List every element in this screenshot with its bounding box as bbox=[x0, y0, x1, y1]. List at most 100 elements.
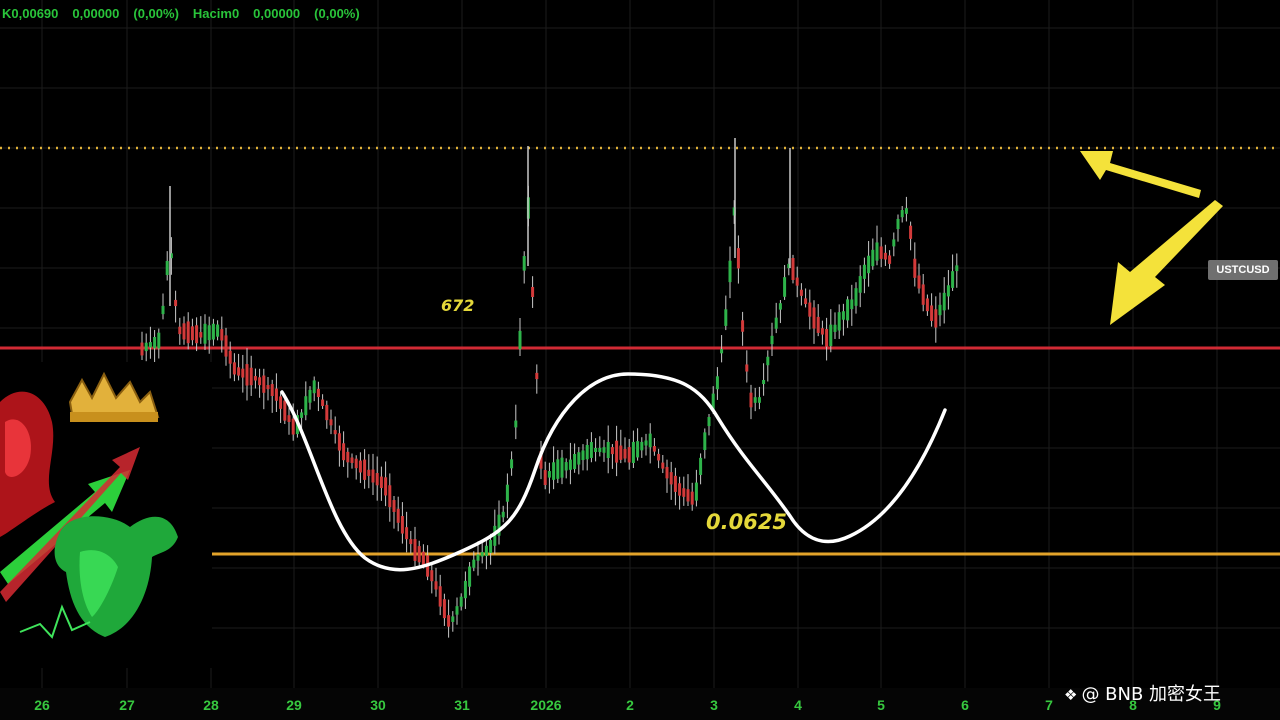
candle-body bbox=[770, 335, 774, 345]
candle-body bbox=[316, 388, 320, 398]
x-tick-label: 30 bbox=[370, 697, 386, 713]
candle-body bbox=[942, 292, 946, 311]
candle-body bbox=[476, 554, 480, 561]
candle-body bbox=[413, 539, 417, 561]
candle-body bbox=[165, 260, 169, 276]
candle-body bbox=[455, 606, 459, 615]
candle-body bbox=[921, 284, 925, 305]
candle-body bbox=[707, 416, 711, 427]
candle-body bbox=[745, 364, 749, 372]
candle-body bbox=[644, 440, 648, 446]
candle-body bbox=[951, 271, 955, 288]
candle-body bbox=[728, 260, 732, 283]
candle-body bbox=[392, 500, 396, 512]
candle-body bbox=[879, 246, 883, 259]
candle-body bbox=[245, 364, 249, 386]
crown-icon bbox=[68, 371, 160, 422]
ohlc-fragment: K0,00690 bbox=[2, 6, 59, 21]
candle-body bbox=[405, 527, 409, 540]
candle-body bbox=[837, 312, 841, 331]
candle-body bbox=[543, 470, 547, 486]
candle-body bbox=[388, 485, 392, 508]
candle-body bbox=[279, 396, 283, 409]
candle-body bbox=[560, 457, 564, 478]
candle-body bbox=[799, 289, 803, 296]
candle-body bbox=[703, 432, 707, 451]
candle-body bbox=[736, 248, 740, 269]
candle-body bbox=[216, 324, 220, 337]
candle-body bbox=[594, 447, 598, 453]
candle-body bbox=[757, 397, 761, 403]
x-tick-label: 6 bbox=[961, 697, 969, 713]
candle-body bbox=[409, 539, 413, 545]
candle-body bbox=[153, 337, 157, 349]
candle-body bbox=[195, 325, 199, 344]
candle-body bbox=[396, 508, 400, 523]
candle-body bbox=[211, 323, 215, 340]
candle-body bbox=[228, 350, 232, 364]
candle-body bbox=[900, 210, 904, 218]
candle-body bbox=[270, 384, 274, 397]
candle-body bbox=[934, 309, 938, 328]
candle-body bbox=[442, 599, 446, 619]
candle-body bbox=[577, 452, 581, 465]
candle-body bbox=[871, 249, 875, 267]
candle-body bbox=[892, 239, 896, 247]
candle-body bbox=[808, 302, 812, 317]
candle-body bbox=[552, 462, 556, 480]
candle-body bbox=[917, 275, 921, 289]
candle-body bbox=[161, 305, 165, 315]
candle-body bbox=[510, 459, 514, 469]
candle-body bbox=[829, 324, 833, 347]
candle-body bbox=[249, 367, 253, 386]
candle-body bbox=[337, 433, 341, 451]
candle-body bbox=[400, 516, 404, 534]
candle-body bbox=[501, 511, 505, 518]
candle-body bbox=[909, 225, 913, 239]
candle-body bbox=[640, 441, 644, 451]
candle-body bbox=[913, 258, 917, 278]
candle-body bbox=[854, 288, 858, 306]
candle-body bbox=[178, 326, 182, 335]
binance-diamond-icon: ❖ bbox=[1064, 686, 1078, 704]
candle-body bbox=[862, 264, 866, 279]
candle-body bbox=[623, 448, 627, 459]
candle-body bbox=[846, 299, 850, 321]
candle-body bbox=[715, 376, 719, 390]
candle-body bbox=[148, 342, 152, 348]
x-tick-label: 4 bbox=[794, 697, 802, 713]
volume-label: Hacim0 bbox=[192, 6, 240, 21]
candle-body bbox=[232, 362, 236, 375]
change-pct: (0,00%) bbox=[133, 6, 179, 21]
candle-body bbox=[459, 596, 463, 607]
candle-body bbox=[631, 441, 635, 463]
candle-body bbox=[421, 551, 425, 566]
candle-body bbox=[694, 482, 698, 501]
x-tick-label: 3 bbox=[710, 697, 718, 713]
candle-body bbox=[699, 457, 703, 475]
candle-body bbox=[766, 356, 770, 366]
candle-body bbox=[825, 329, 829, 347]
candle-body bbox=[904, 208, 908, 214]
candle-body bbox=[333, 430, 337, 435]
candle-body bbox=[795, 277, 799, 286]
x-tick-label: 28 bbox=[203, 697, 219, 713]
candle-body bbox=[354, 458, 358, 469]
candle-body bbox=[241, 368, 245, 378]
candle-body bbox=[547, 471, 551, 478]
candle-body bbox=[930, 305, 934, 321]
candle-body bbox=[207, 325, 211, 341]
candle-body bbox=[678, 483, 682, 496]
candle-body bbox=[778, 303, 782, 310]
annotation-lower: 0.0625 bbox=[706, 510, 788, 534]
candle-body bbox=[430, 570, 434, 582]
candle-body bbox=[925, 298, 929, 312]
candle-body bbox=[350, 457, 354, 463]
candle-body bbox=[598, 447, 602, 453]
candle-body bbox=[627, 447, 631, 463]
candle-body bbox=[174, 299, 178, 307]
candle-body bbox=[144, 342, 148, 352]
candle-body bbox=[690, 491, 694, 505]
arrow-bottom-icon bbox=[1110, 200, 1223, 325]
arrow-top-icon bbox=[1080, 151, 1201, 198]
